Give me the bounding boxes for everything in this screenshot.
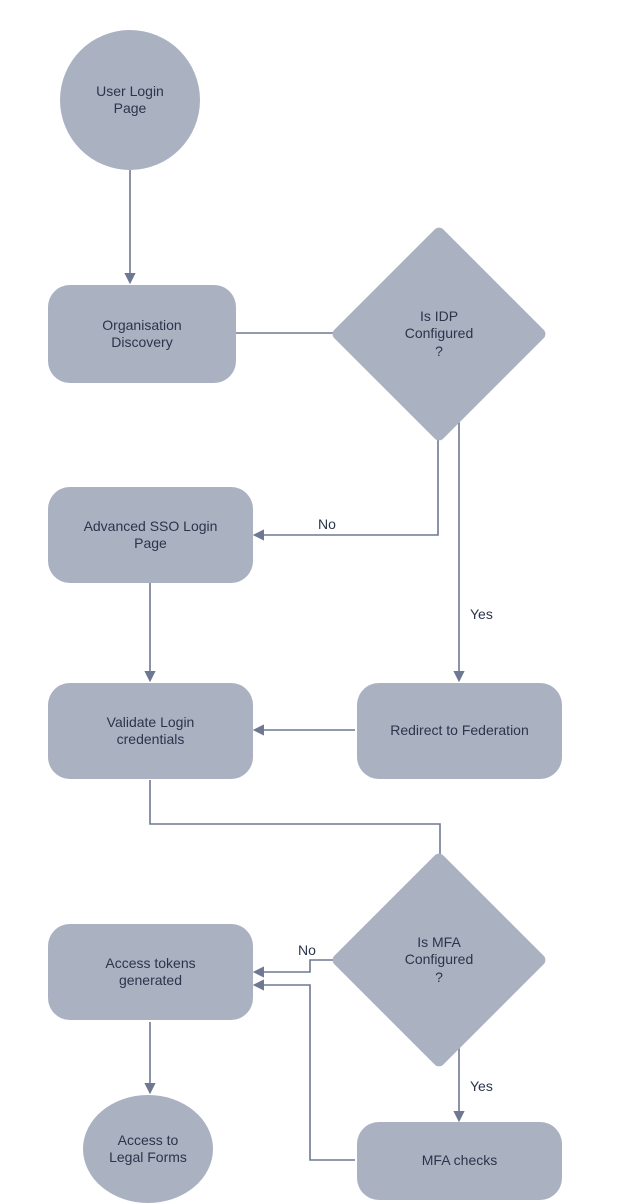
- node-idp-label: Is IDPConfigured?: [399, 302, 480, 367]
- node-fed-label: Redirect to Federation: [390, 722, 529, 740]
- node-redirect-federation: Redirect to Federation: [357, 683, 562, 779]
- edge-label-mfa-yes: Yes: [470, 1078, 493, 1094]
- edge-mfachecks-tokens: [255, 985, 355, 1160]
- edge-validate-mfa: [150, 780, 440, 880]
- edges-layer: [0, 0, 624, 1203]
- edge-label-mfa-no: No: [298, 942, 316, 958]
- node-org-label: OrganisationDiscovery: [102, 317, 181, 352]
- node-mfa-checks: MFA checks: [357, 1122, 562, 1200]
- node-sso-page: Advanced SSO LoginPage: [48, 487, 253, 583]
- node-idp-decision: Is IDPConfigured?: [362, 257, 516, 411]
- edge-label-idp-no: No: [318, 516, 336, 532]
- node-mfachecks-label: MFA checks: [422, 1152, 497, 1170]
- node-start: User LoginPage: [60, 30, 200, 170]
- node-tokens-label: Access tokensgenerated: [105, 955, 195, 990]
- node-validate-label: Validate Logincredentials: [107, 714, 195, 749]
- node-mfa-label: Is MFAConfigured?: [399, 928, 480, 993]
- node-sso-label: Advanced SSO LoginPage: [84, 518, 218, 553]
- node-access-tokens: Access tokensgenerated: [48, 924, 253, 1020]
- flowchart-canvas: User LoginPage OrganisationDiscovery Is …: [0, 0, 624, 1203]
- edge-idp-sso-no: [255, 418, 438, 535]
- node-start-label: User LoginPage: [96, 83, 164, 118]
- edge-label-idp-yes: Yes: [470, 606, 493, 622]
- node-end: Access toLegal Forms: [83, 1095, 213, 1203]
- node-end-label: Access toLegal Forms: [109, 1132, 187, 1167]
- node-validate-credentials: Validate Logincredentials: [48, 683, 253, 779]
- node-org-discovery: OrganisationDiscovery: [48, 285, 236, 383]
- node-mfa-decision: Is MFAConfigured?: [362, 883, 516, 1037]
